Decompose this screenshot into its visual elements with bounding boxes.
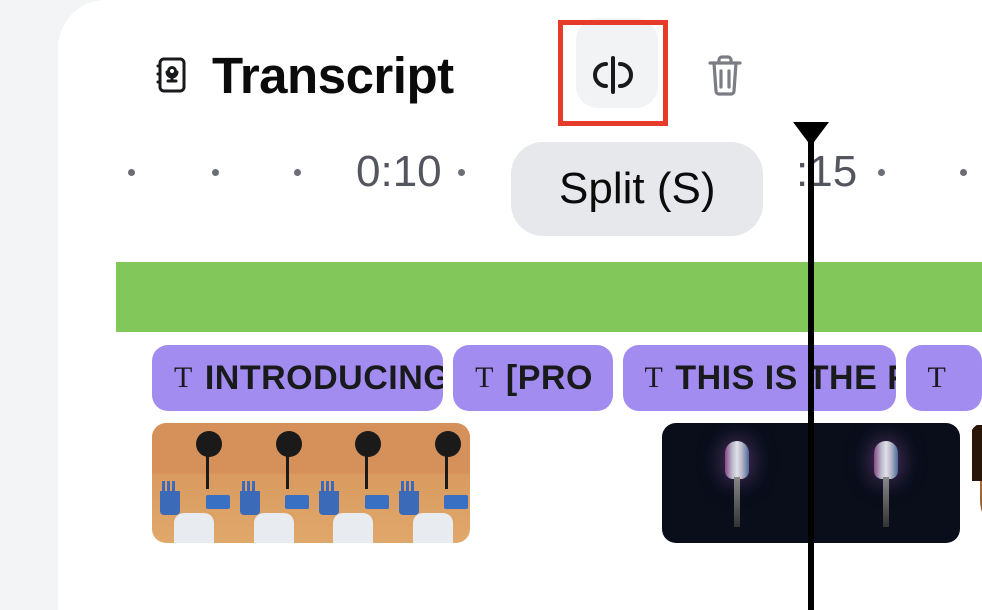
ruler-label: 0:10	[356, 147, 442, 197]
ruler-tick	[458, 169, 465, 176]
text-clip[interactable]: T [PRO	[453, 345, 612, 411]
text-clip-label: [PRO	[506, 359, 593, 398]
clip-thumbnail	[391, 423, 471, 543]
clip-thumbnail	[811, 423, 960, 543]
ruler-label: :15	[796, 147, 857, 197]
text-type-icon: T	[475, 361, 494, 395]
text-type-icon: T	[645, 361, 664, 395]
delete-button[interactable]	[704, 53, 746, 97]
audio-track[interactable]	[116, 262, 982, 332]
text-type-icon: T	[928, 361, 947, 395]
panel-title: Transcript	[212, 46, 454, 105]
text-type-icon: T	[174, 361, 193, 395]
video-track	[116, 423, 982, 543]
text-clip-label: THIS IS THE F	[675, 359, 895, 398]
ruler-tick	[960, 169, 967, 176]
ruler-tick	[212, 169, 219, 176]
text-clip[interactable]: T	[906, 345, 982, 411]
trash-icon	[704, 53, 746, 97]
video-clip[interactable]	[152, 423, 470, 543]
ruler-tick	[294, 169, 301, 176]
playhead[interactable]	[808, 124, 814, 610]
timeline-panel: Transcript Split	[58, 0, 982, 610]
video-clip[interactable]	[480, 423, 652, 543]
text-clip-label: INTRODUCING	[205, 359, 443, 398]
split-icon	[586, 48, 640, 102]
panel-header: Transcript	[58, 30, 982, 120]
text-track: T INTRODUCING T [PRO T THIS IS THE F T	[116, 345, 982, 411]
text-clip[interactable]: T THIS IS THE F	[623, 345, 896, 411]
transcript-icon	[152, 54, 194, 96]
clip-thumbnail	[232, 423, 312, 543]
split-button[interactable]	[564, 30, 662, 120]
split-tooltip: Split (S)	[511, 142, 763, 236]
ruler-tick	[128, 169, 135, 176]
clip-thumbnail	[662, 423, 811, 543]
text-clip[interactable]: T INTRODUCING	[152, 345, 443, 411]
clip-thumbnail	[311, 423, 391, 543]
video-clip[interactable]	[970, 423, 982, 543]
clip-thumbnail	[152, 423, 232, 543]
ruler-tick	[878, 169, 885, 176]
